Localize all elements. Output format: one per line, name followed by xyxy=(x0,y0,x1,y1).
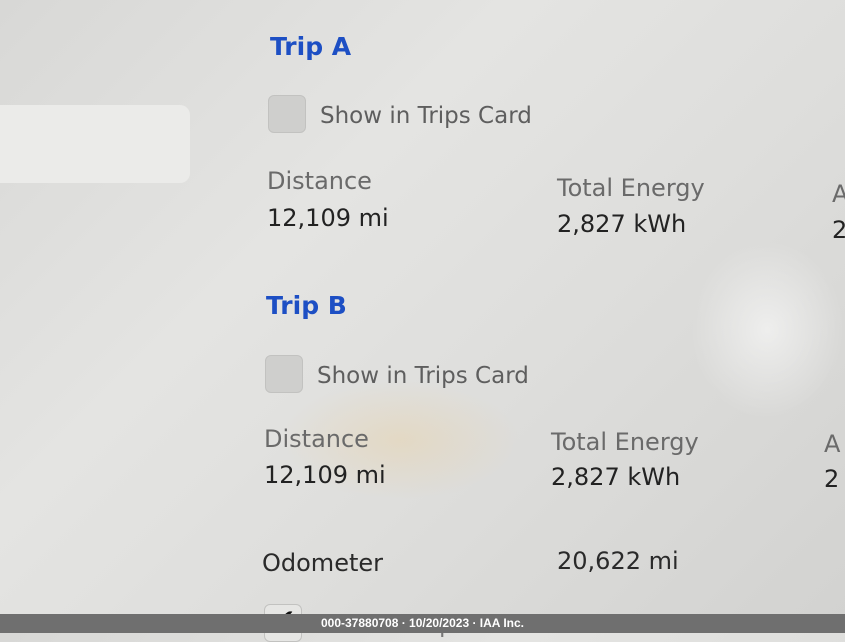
odometer-label: Odometer xyxy=(262,549,383,577)
trip-b-distance-label: Distance xyxy=(264,425,369,453)
trips-screen: Trip A Show in Trips Card Distance 12,10… xyxy=(0,0,845,642)
trip-b-show-checkbox[interactable] xyxy=(265,355,303,393)
watermark-bar: 000-37880708 · 10/20/2023 · IAA Inc. xyxy=(0,614,845,633)
trip-b-title: Trip B xyxy=(266,291,347,320)
trip-b-third-value: 2 xyxy=(824,465,840,493)
trip-a-energy-label: Total Energy xyxy=(557,174,705,202)
trip-a-title: Trip A xyxy=(270,32,352,61)
trip-a-distance-label: Distance xyxy=(267,167,372,195)
trip-b-energy-label: Total Energy xyxy=(551,428,699,456)
trip-b-third-label: A xyxy=(824,430,841,458)
trip-a-third-value: 2 xyxy=(832,216,845,244)
trip-b-energy-value: 2,827 kWh xyxy=(551,463,681,491)
side-panel-button[interactable] xyxy=(0,105,190,183)
trip-a-show-checkbox[interactable] xyxy=(268,95,306,133)
trip-b-distance-value: 12,109 mi xyxy=(264,461,386,489)
trip-a-show-label: Show in Trips Card xyxy=(320,103,532,129)
trip-a-third-label: A xyxy=(832,180,845,208)
trip-b-show-label: Show in Trips Card xyxy=(317,363,529,389)
screen-glare xyxy=(690,240,845,420)
trip-a-distance-value: 12,109 mi xyxy=(267,204,389,232)
odometer-value: 20,622 mi xyxy=(557,547,679,575)
trip-a-energy-value: 2,827 kWh xyxy=(557,210,687,238)
